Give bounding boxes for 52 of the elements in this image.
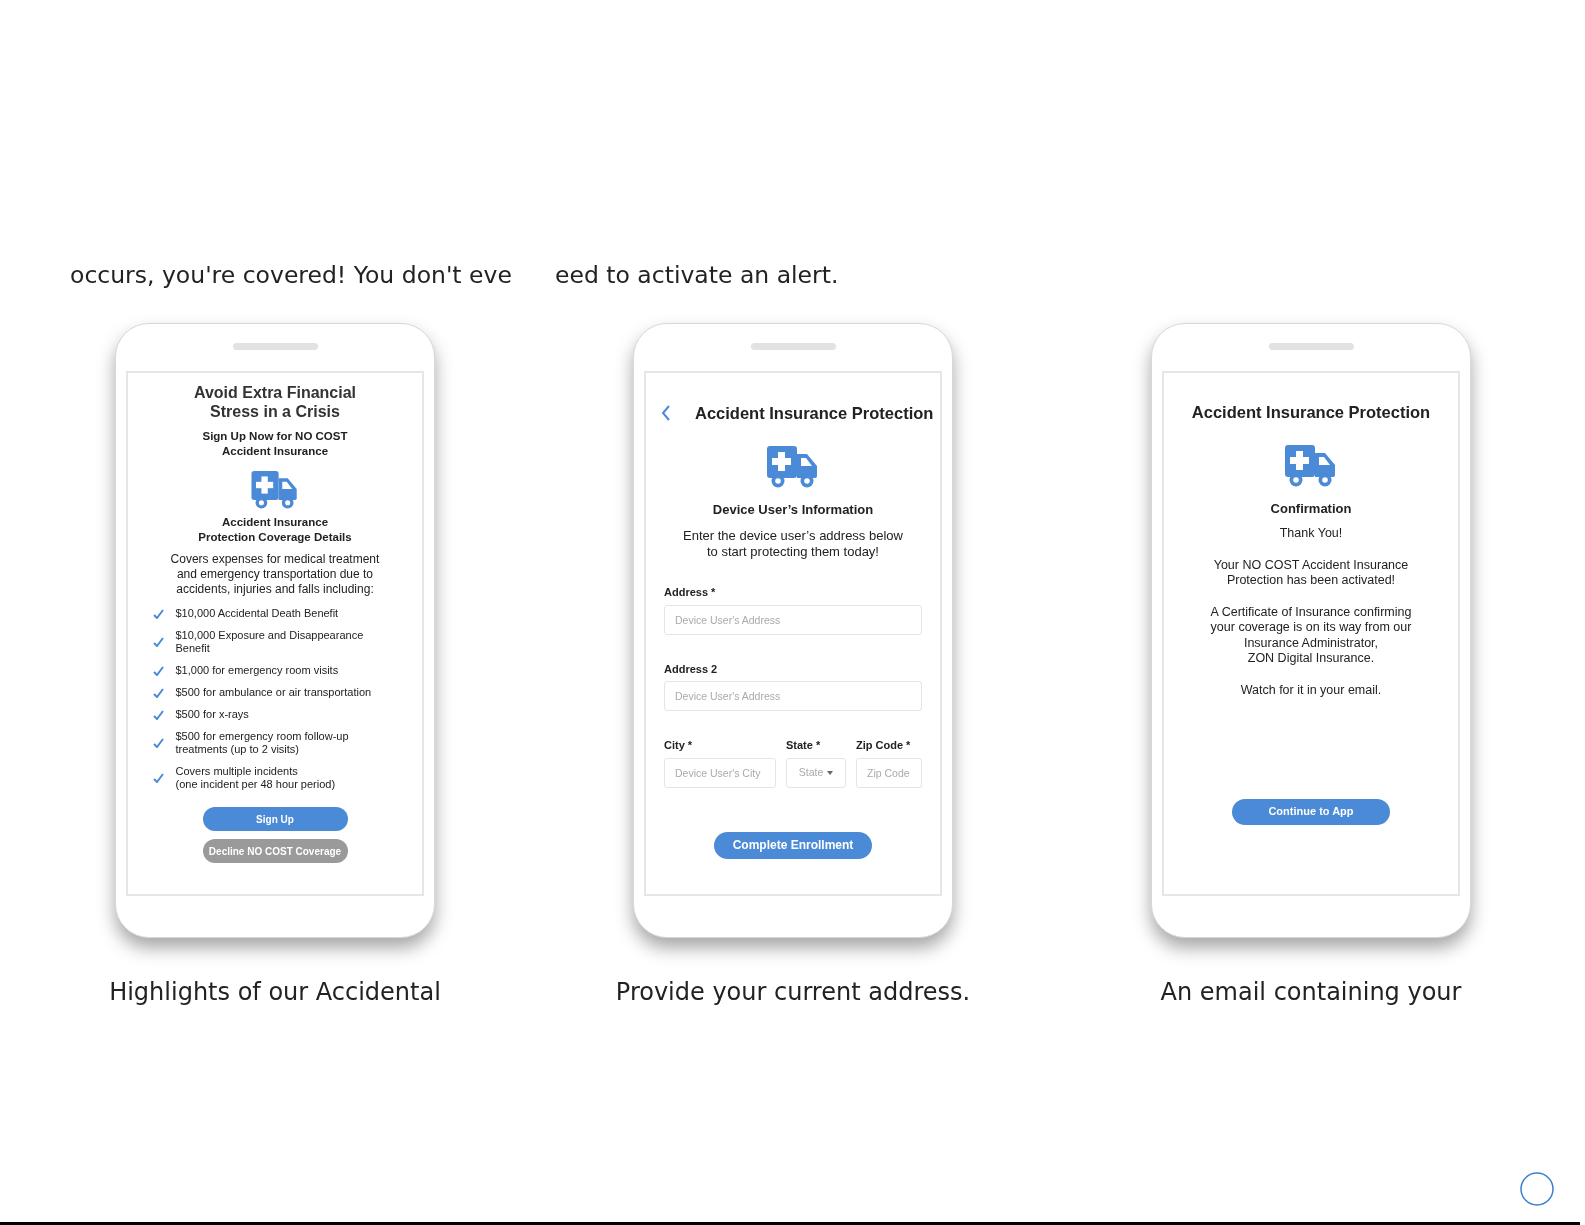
benefit-text: Covers multiple incidents (one incident per 48 hour period) xyxy=(175,765,336,791)
section-heading: Device User’s Information xyxy=(712,500,874,519)
message-text: Thank You! xyxy=(1279,526,1343,542)
state-dropdown[interactable]: State xyxy=(786,757,846,788)
check-icon xyxy=(152,665,164,676)
field-label: City * xyxy=(664,738,694,754)
subtitle: Sign Up Now for NO COST Accident Insurance xyxy=(202,429,348,459)
section-heading: Accident Insurance Protection Coverage Details xyxy=(198,515,352,545)
ambulance-icon xyxy=(251,471,299,509)
message-text: Your NO COST Accident Insurance Protection has been activated! xyxy=(1213,557,1409,589)
caption-text: Highlights of our Accidental xyxy=(109,977,441,1008)
check-icon xyxy=(152,608,164,619)
check-icon xyxy=(152,738,164,748)
action-button[interactable]: Complete Enrollment xyxy=(714,831,872,859)
benefit-text: $500 for ambulance or air transportation xyxy=(175,686,372,699)
description: Covers expenses for medical treatment and emergency transportation due to accidents, injuries and falls including: xyxy=(170,552,380,597)
action-button[interactable]: Continue to App xyxy=(1232,798,1390,825)
check-icon xyxy=(152,687,164,698)
intro-text: occurs, you're covered! You don't eve xyxy=(70,260,513,288)
decline-button[interactable]: Decline NO COST Coverage xyxy=(202,839,348,863)
input-field[interactable]: Device User's Address xyxy=(664,681,922,712)
message-text: A Certificate of Insurance confirming your coverage is on its way from our Insurance Administrator, ZON Digital Insurance. xyxy=(1210,604,1412,667)
ambulance-icon xyxy=(767,445,819,488)
screen-title: Accident Insurance Protection xyxy=(695,403,934,424)
intro-text: eed to activate an alert. xyxy=(555,260,839,288)
check-icon xyxy=(152,709,164,720)
benefit-text: $10,000 Exposure and Disappearance Benefit xyxy=(175,629,364,655)
caption-text: Provide your current address. xyxy=(615,977,971,1008)
screen-title: Accident Insurance Protection xyxy=(1191,402,1431,423)
benefit-text: $1,000 for emergency room visits xyxy=(175,664,339,677)
benefit-text: $500 for x-rays xyxy=(175,708,249,721)
ambulance-icon xyxy=(1285,444,1337,487)
circle-icon[interactable] xyxy=(1520,1172,1554,1206)
input-field[interactable]: Device User's Address xyxy=(664,604,922,635)
field-label: State * xyxy=(786,738,822,754)
field-label: Zip Code * xyxy=(856,738,912,754)
screen-title: Avoid Extra Financial Stress in a Crisis xyxy=(193,383,357,421)
check-icon xyxy=(152,637,164,647)
field-label: Address * xyxy=(664,585,717,601)
benefit-text: $500 for emergency room follow-up treatments (up to 2 visits) xyxy=(175,730,349,756)
message-text: Watch for it in your email. xyxy=(1240,682,1382,699)
field-label: Address 2 xyxy=(664,661,719,677)
input-field[interactable]: Device User's City xyxy=(664,757,776,788)
back-icon[interactable] xyxy=(661,405,671,422)
caption-text: An email containing your xyxy=(1160,977,1462,1008)
action-button[interactable]: Sign Up xyxy=(202,807,348,831)
caret-icon xyxy=(827,770,834,775)
description: Enter the device user’s address below to start protecting them today! xyxy=(683,528,903,561)
benefit-text: $10,000 Accidental Death Benefit xyxy=(175,607,339,620)
section-heading: Confirmation xyxy=(1270,499,1352,518)
input-field[interactable]: Zip Code xyxy=(856,757,922,788)
check-icon xyxy=(152,773,164,783)
